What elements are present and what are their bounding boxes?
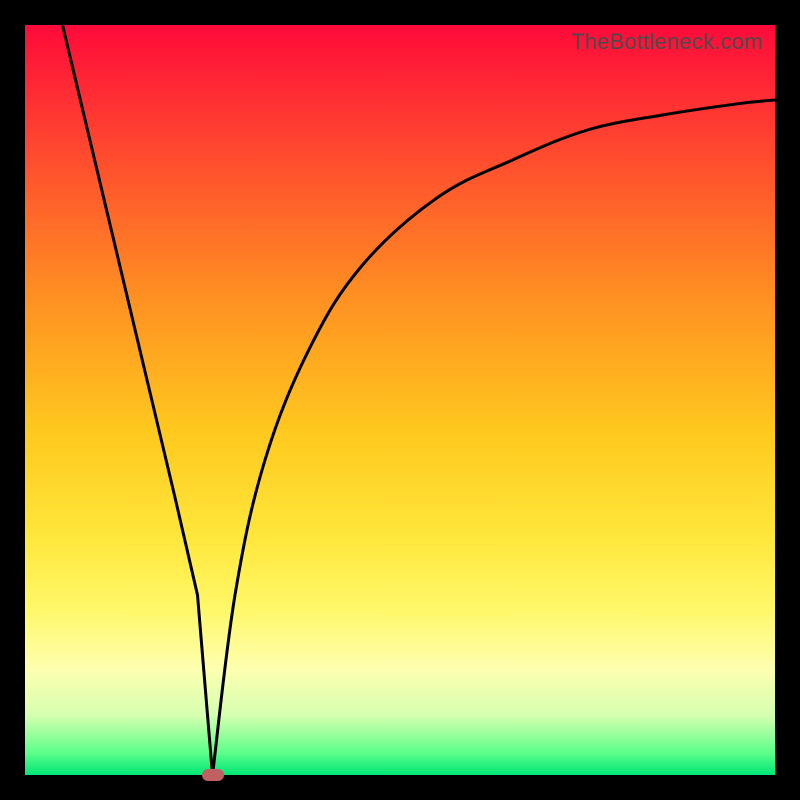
minimum-marker	[202, 769, 224, 781]
curve-svg	[25, 25, 775, 775]
chart-area: TheBottleneck.com	[25, 25, 775, 775]
bottleneck-curve	[63, 25, 776, 775]
